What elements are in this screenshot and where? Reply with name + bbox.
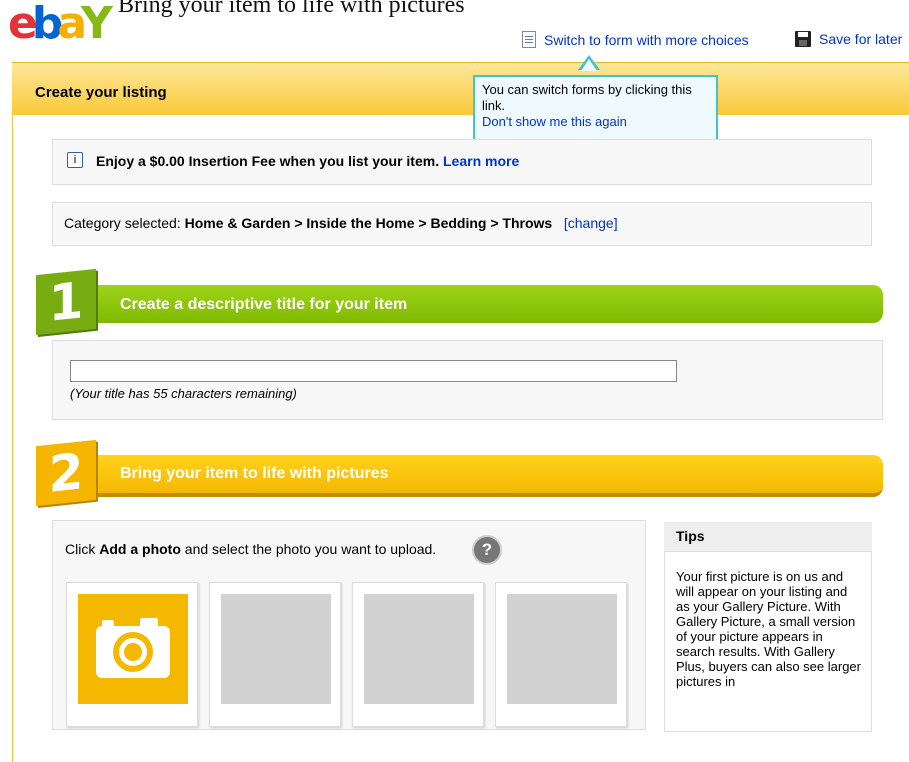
clipped-heading: Bring your item to life with pictures [118,0,465,19]
photo-placeholder [364,594,474,704]
learn-more-link[interactable]: Learn more [443,153,519,169]
fee-notice-text: Enjoy a $0.00 Insertion Fee when you lis… [96,153,440,169]
floppy-disk-icon [795,31,811,47]
add-photo-slot[interactable] [66,582,198,727]
photo-instructions: Click Add a photo and select the photo y… [65,541,436,557]
tips-text: Your first picture is on us and will app… [676,569,861,689]
switch-form-tooltip: You can switch forms by clicking this li… [473,75,718,141]
category-label: Category selected: [64,215,181,231]
info-icon: i [67,152,83,168]
step1-number: 1 [36,268,96,336]
step1-title: Create a descriptive title for your item [120,296,408,313]
title-characters-remaining: (Your title has 55 characters remaining) [70,386,297,401]
save-for-later-link[interactable]: Save for later [795,31,902,47]
step2-number: 2 [36,439,96,507]
photo-slot[interactable] [352,582,484,727]
photo-instr-pre: Click [65,541,96,557]
title-input[interactable] [70,360,677,382]
change-category-bracket-close: ] [613,215,618,231]
logo-letter-b: b [31,0,63,49]
photo-instr-bold: Add a photo [99,541,181,557]
logo-letter-y: Y [81,0,113,49]
photo-placeholder [221,594,331,704]
tooltip-dismiss-link[interactable]: Don't show me this again [482,114,627,129]
ebay-logo[interactable]: ebaY [8,0,113,49]
page-title: Create your listing [35,84,167,101]
category-path: Home & Garden > Inside the Home > Beddin… [184,215,553,231]
switch-form-link[interactable]: Switch to form with more choices [522,31,749,48]
help-icon[interactable]: ? [474,537,500,563]
photo-placeholder [507,594,617,704]
logo-letter-e: e [8,0,38,49]
photo-instr-post: and select the photo you want to upload. [184,541,437,557]
tips-heading: Tips [664,522,872,552]
add-photo-tile[interactable] [78,594,188,704]
tooltip-text: You can switch forms by clicking this li… [482,82,692,113]
photo-slot[interactable] [209,582,341,727]
tooltip-arrow-inner [581,59,597,71]
category-selected: Category selected: Home & Garden > Insid… [64,215,618,231]
photo-slot[interactable] [495,582,627,727]
camera-icon [96,618,170,678]
clipped-heading-text: Bring your item to life with pictures [118,0,465,18]
change-category-link[interactable]: change [568,215,614,231]
switch-form-link-text[interactable]: Switch to form with more choices [544,32,749,48]
fee-notice: Enjoy a $0.00 Insertion Fee when you lis… [96,153,519,169]
step2-title: Bring your item to life with pictures [120,465,389,482]
save-for-later-link-text[interactable]: Save for later [819,31,902,47]
logo-letter-a: a [57,0,87,49]
document-icon [522,31,536,48]
